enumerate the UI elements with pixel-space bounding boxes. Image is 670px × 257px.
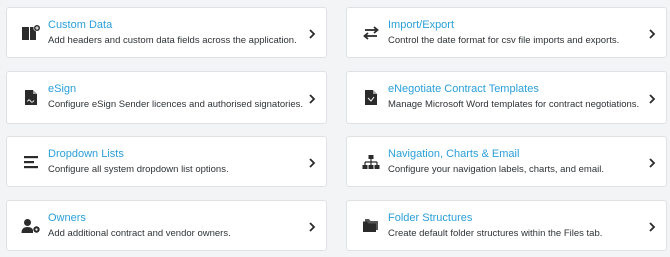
card-title: Navigation, Charts & Email (388, 148, 520, 160)
card-title: Dropdown Lists (48, 148, 124, 160)
settings-grid: Custom Data Add headers and custom data … (0, 0, 670, 257)
card-description: Manage Microsoft Word templates for cont… (388, 99, 640, 110)
card-navigation-charts-email[interactable]: Navigation, Charts & Email Configure you… (346, 136, 667, 187)
folder-icon (360, 215, 382, 237)
custom-data-icon (20, 22, 42, 44)
import-export-icon (360, 22, 382, 44)
card-dropdown-lists[interactable]: Dropdown Lists Configure all system drop… (6, 136, 327, 187)
card-owners[interactable]: Owners Add additional contract and vendo… (6, 200, 327, 251)
sitemap-icon (360, 151, 382, 173)
chevron-right-icon (307, 27, 317, 39)
chevron-right-icon (307, 92, 317, 104)
card-description: Configure eSign Sender licences and auth… (48, 99, 304, 110)
card-title: Folder Structures (388, 212, 473, 224)
esign-icon (20, 87, 42, 109)
card-enegotiate-contract-templates[interactable]: eNegotiate Contract Templates Manage Mic… (346, 71, 667, 124)
chevron-right-icon (647, 220, 657, 232)
list-icon (20, 151, 42, 173)
card-esign[interactable]: eSign Configure eSign Sender licences an… (6, 71, 327, 124)
chevron-right-icon (647, 27, 657, 39)
chevron-right-icon (647, 156, 657, 168)
card-description: Configure all system dropdown list optio… (48, 164, 229, 175)
card-custom-data[interactable]: Custom Data Add headers and custom data … (6, 7, 327, 58)
chevron-right-icon (647, 92, 657, 104)
card-import-export[interactable]: Import/Export Control the date format fo… (346, 7, 667, 58)
document-icon (360, 87, 382, 109)
card-description: Add headers and custom data fields acros… (48, 35, 297, 46)
card-folder-structures[interactable]: Folder Structures Create default folder … (346, 200, 667, 251)
card-description: Control the date format for csv file imp… (388, 35, 620, 46)
card-title: Import/Export (388, 19, 455, 31)
card-title: Custom Data (48, 19, 113, 31)
card-description: Configure your navigation labels, charts… (388, 164, 604, 175)
card-description: Create default folder structures within … (388, 228, 603, 239)
chevron-right-icon (307, 156, 317, 168)
chevron-right-icon (307, 220, 317, 232)
card-title: eNegotiate Contract Templates (388, 83, 539, 95)
user-gear-icon (20, 215, 42, 237)
card-title: Owners (48, 212, 86, 224)
card-title: eSign (48, 83, 77, 95)
card-description: Add additional contract and vendor owner… (48, 228, 231, 239)
